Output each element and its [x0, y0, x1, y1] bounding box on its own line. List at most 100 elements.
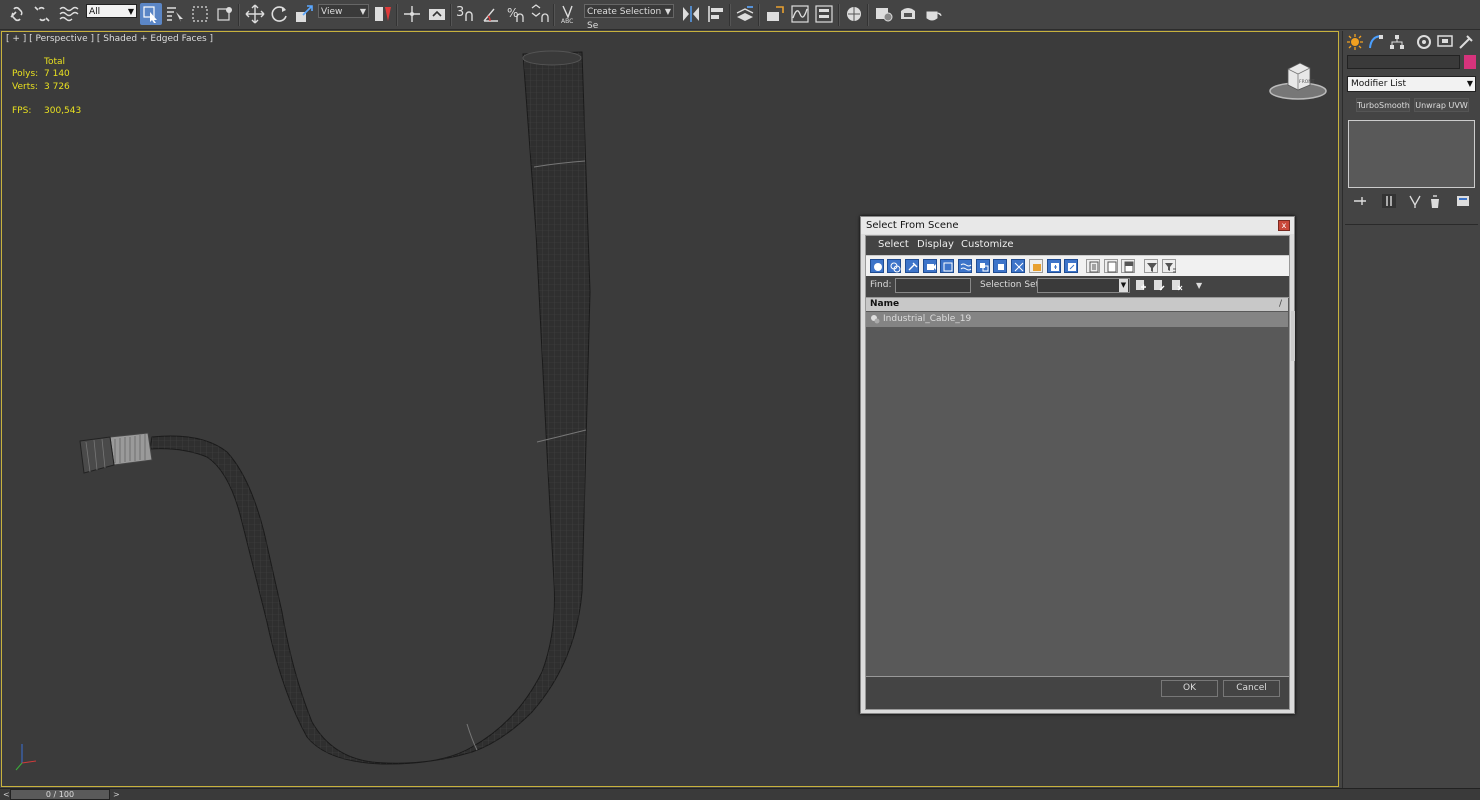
chevron-down-icon: ▼ [127, 7, 134, 16]
make-unique-icon[interactable] [1407, 193, 1423, 209]
toolbar-divider [729, 4, 731, 26]
filter-children-icon[interactable] [1162, 259, 1176, 273]
object-color-swatch[interactable] [1464, 55, 1476, 69]
display-xrefs-icon[interactable] [993, 259, 1007, 273]
keyboard-shortcut-icon[interactable] [426, 3, 448, 25]
modify-tab-icon[interactable] [1367, 33, 1385, 51]
delete-selection-set-icon[interactable] [1171, 279, 1183, 292]
render-setup-icon[interactable] [873, 3, 895, 25]
curve-editor-icon[interactable] [789, 3, 811, 25]
move-icon[interactable] [244, 3, 266, 25]
align-icon[interactable] [705, 3, 727, 25]
modifier-list-select[interactable]: Modifier List ▼ [1347, 76, 1476, 92]
select-object-icon[interactable] [140, 3, 162, 25]
menu-select[interactable]: Select [878, 239, 909, 250]
snaps-toggle-icon[interactable]: 3 [456, 3, 478, 25]
object-name-field[interactable] [1347, 55, 1460, 69]
display-cameras-icon[interactable] [923, 259, 937, 273]
reference-coordinate-select[interactable]: View ▼ [318, 4, 369, 18]
find-input[interactable] [895, 278, 971, 293]
toolbar-divider [867, 4, 869, 26]
dialog-title: Select From Scene [866, 220, 959, 231]
unwrap-uvw-button[interactable]: Unwrap UVW [1414, 98, 1469, 112]
column-header-name[interactable]: Name / [866, 298, 1288, 311]
object-geometry-icon [870, 314, 880, 324]
schematic-view-icon[interactable] [813, 3, 835, 25]
display-bones-icon[interactable] [1011, 259, 1025, 273]
select-manipulate-icon[interactable] [401, 3, 423, 25]
reference-coordinate-value: View [321, 7, 343, 17]
spinner-snap-icon[interactable] [529, 3, 551, 25]
display-shapes-icon[interactable] [887, 259, 901, 273]
layer-manager-icon[interactable] [734, 3, 756, 25]
rotate-icon[interactable] [268, 3, 290, 25]
next-frame-button[interactable]: > [113, 789, 120, 800]
viewcube[interactable]: FRONT [1268, 57, 1328, 102]
timeline[interactable]: < 0 / 100 > [0, 788, 1480, 800]
chevron-down-icon[interactable]: ▼ [1196, 279, 1208, 292]
edit-named-selection-icon[interactable]: ABC [558, 3, 580, 25]
display-geometry-icon[interactable] [870, 259, 884, 273]
menu-display[interactable]: Display [917, 239, 954, 250]
display-hidden-icon[interactable] [1064, 259, 1078, 273]
display-helpers-icon[interactable] [940, 259, 954, 273]
mirror-icon[interactable] [680, 3, 702, 25]
list-scrollbar[interactable] [1291, 311, 1295, 361]
close-button[interactable]: x [1278, 220, 1290, 231]
configure-modifier-sets-icon[interactable] [1455, 193, 1471, 209]
motion-tab-icon[interactable] [1415, 33, 1433, 51]
display-spacewarps-icon[interactable] [958, 259, 972, 273]
hierarchy-tab-icon[interactable] [1388, 33, 1406, 51]
render-production-icon[interactable] [922, 3, 944, 25]
rectangle-region-icon[interactable] [189, 3, 211, 25]
selection-set-select[interactable]: ▼ [1037, 278, 1130, 293]
utilities-tab-icon[interactable] [1457, 33, 1475, 51]
toolbar-divider [758, 4, 760, 26]
edit-selection-set-icon[interactable] [1153, 279, 1165, 292]
remove-modifier-icon[interactable] [1427, 193, 1443, 209]
turbosmooth-button[interactable]: TurboSmooth [1356, 98, 1410, 112]
rendered-frame-window-icon[interactable] [897, 3, 919, 25]
named-selection-set-select[interactable]: Create Selection Se ▼ [584, 4, 674, 31]
create-selection-set-icon[interactable] [1135, 279, 1147, 292]
display-none-icon[interactable] [1104, 259, 1118, 273]
selection-filter-select[interactable]: All ▼ [86, 4, 137, 18]
modifier-stack[interactable] [1348, 120, 1475, 188]
unlink-icon[interactable] [31, 3, 53, 25]
select-by-name-icon[interactable] [164, 3, 186, 25]
time-slider[interactable]: 0 / 100 [10, 789, 110, 800]
display-groups-icon[interactable] [976, 259, 990, 273]
toolbar-divider [838, 4, 840, 26]
chevron-down-icon: ▼ [1466, 79, 1473, 88]
display-frozen-icon[interactable] [1047, 259, 1061, 273]
percent-snap-icon[interactable]: % [504, 3, 526, 25]
toggle-ribbon-icon[interactable] [764, 3, 786, 25]
dialog-title-bar[interactable]: Select From Scene x [861, 217, 1294, 234]
ok-button[interactable]: OK [1161, 680, 1218, 697]
window-crossing-icon[interactable] [214, 3, 236, 25]
pin-stack-icon[interactable] [1352, 193, 1368, 209]
pivot-center-icon[interactable] [372, 3, 394, 25]
cancel-button[interactable]: Cancel [1223, 680, 1280, 697]
display-all-icon[interactable] [1086, 259, 1100, 273]
show-end-result-icon[interactable] [1381, 193, 1397, 209]
filter-icon[interactable] [1144, 259, 1158, 273]
sort-indicator-icon: / [1278, 299, 1282, 309]
named-selection-set-value: Create Selection Se [587, 7, 662, 31]
link-icon[interactable] [6, 3, 28, 25]
previous-frame-button[interactable]: < [3, 789, 10, 800]
display-lights-icon[interactable] [905, 259, 919, 273]
bind-spacewarp-icon[interactable] [57, 3, 79, 25]
list-item[interactable]: Industrial_Cable_19 [866, 312, 1288, 327]
scene-object-list[interactable]: Name / Industrial_Cable_19 [866, 297, 1295, 677]
material-editor-icon[interactable] [843, 3, 865, 25]
menu-customize[interactable]: Customize [961, 239, 1014, 250]
scale-icon[interactable] [293, 3, 315, 25]
display-tab-icon[interactable] [1436, 33, 1454, 51]
create-tab-icon[interactable] [1346, 33, 1364, 51]
angle-snap-icon[interactable] [480, 3, 502, 25]
display-invert-icon[interactable] [1121, 259, 1135, 273]
display-containers-icon[interactable] [1029, 259, 1043, 273]
chevron-down-icon: ▼ [1119, 279, 1128, 292]
svg-text:ABC: ABC [561, 18, 573, 25]
